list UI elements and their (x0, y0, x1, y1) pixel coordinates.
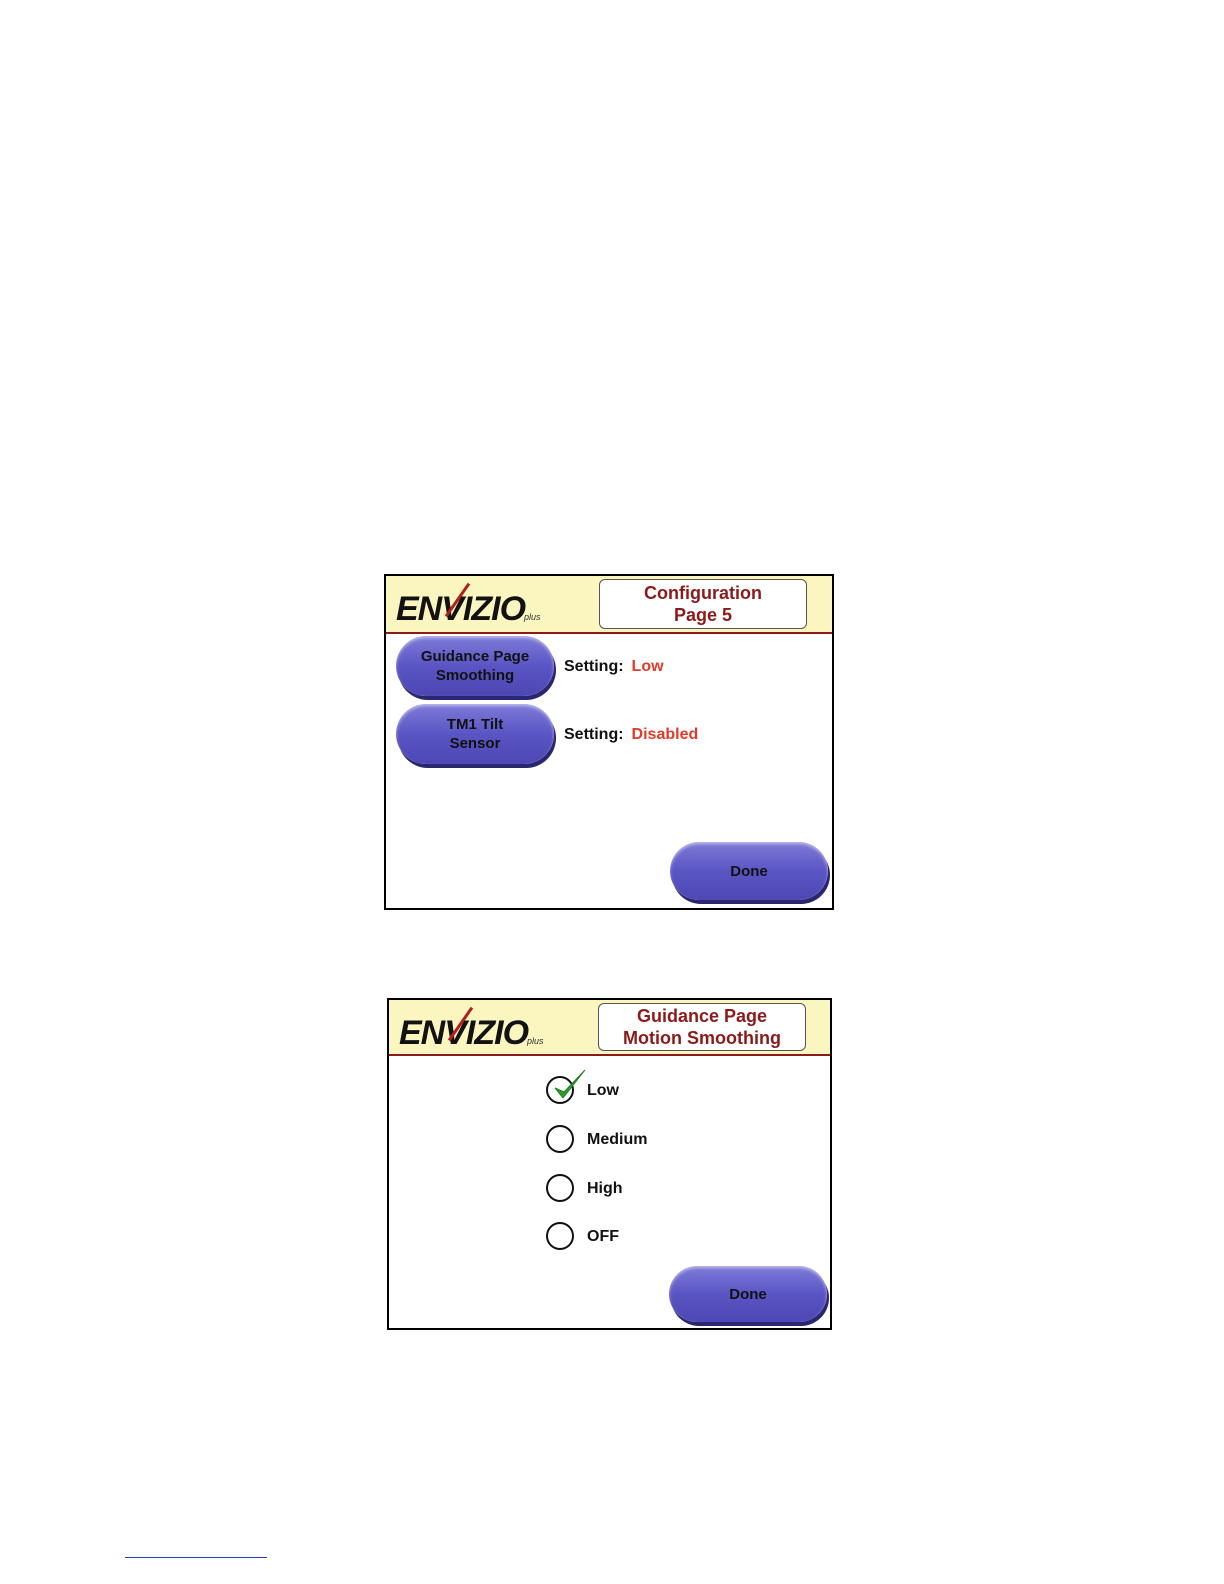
setting-value: Low (631, 658, 664, 675)
screen-header: ENVIZIO plus Guidance Page Motion Smooth… (389, 1000, 830, 1056)
done-button[interactable]: Done (669, 1266, 827, 1322)
page-title-line2: Motion Smoothing (623, 1028, 781, 1048)
button-label-line1: Guidance Page (420, 648, 530, 665)
page-title-line2: Page 5 (673, 605, 733, 625)
guidance-page-smoothing-button[interactable]: Guidance Page Smoothing (396, 636, 554, 696)
tilt-sensor-setting: Setting: Disabled (564, 726, 698, 744)
page-title: Guidance Page Motion Smoothing (598, 1003, 806, 1051)
smoothing-setting: Setting: Low (564, 658, 664, 676)
button-label-line2: Smoothing (435, 667, 515, 684)
motion-smoothing-screen: ENVIZIO plus Guidance Page Motion Smooth… (387, 998, 832, 1330)
footer-link-underline[interactable] (125, 1557, 267, 1558)
setting-value: Disabled (631, 726, 699, 743)
page-title: Configuration Page 5 (599, 579, 807, 629)
done-button[interactable]: Done (670, 842, 828, 900)
configuration-screen: ENVIZIO plus Configuration Page 5 Guidan… (384, 574, 834, 910)
setting-label: Setting: (564, 658, 624, 675)
screen-header: ENVIZIO plus Configuration Page 5 (386, 576, 832, 634)
page-title-line1: Guidance Page (636, 1006, 768, 1026)
done-button-label: Done (730, 862, 768, 880)
done-button-label: Done (729, 1285, 767, 1303)
tm1-tilt-sensor-button[interactable]: TM1 Tilt Sensor (396, 704, 554, 764)
envizio-logo: ENVIZIO plus (396, 582, 541, 629)
button-label-line1: TM1 Tilt (446, 716, 504, 733)
logo-suffix: plus (524, 612, 541, 622)
radio-medium[interactable] (546, 1125, 574, 1153)
logo-suffix: plus (527, 1036, 544, 1046)
option-label: High (587, 1180, 623, 1197)
envizio-logo: ENVIZIO plus (399, 1006, 544, 1053)
radio-high[interactable] (546, 1174, 574, 1202)
page-title-line1: Configuration (644, 583, 762, 603)
radio-off[interactable] (546, 1222, 574, 1250)
setting-label: Setting: (564, 726, 624, 743)
option-label: OFF (587, 1228, 619, 1245)
button-label-line2: Sensor (449, 735, 501, 752)
option-label: Low (587, 1082, 619, 1099)
checkmark-icon (554, 1069, 586, 1099)
option-label: Medium (587, 1131, 648, 1148)
radio-low[interactable] (546, 1069, 586, 1104)
